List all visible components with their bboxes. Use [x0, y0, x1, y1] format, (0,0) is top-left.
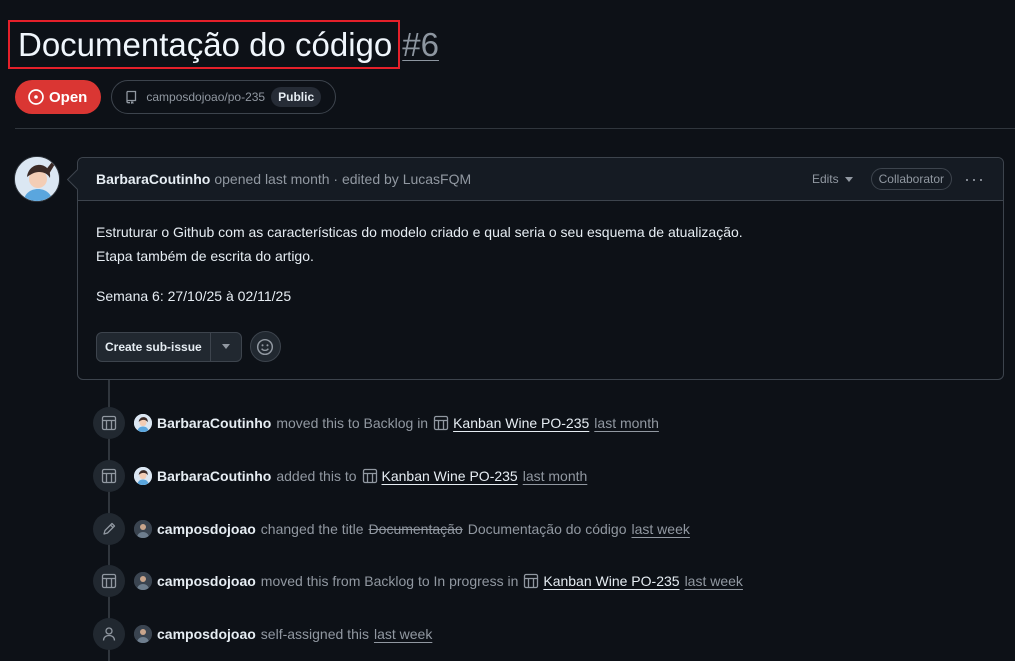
event-actor-link[interactable]: camposdojoao — [157, 521, 256, 537]
comment-header-actions: Edits Collaborator ··· — [812, 168, 985, 190]
header-divider — [15, 128, 1015, 129]
timeline-event: camposdojoao changed the title Documenta… — [93, 513, 690, 545]
comment-header: BarbaraCoutinho opened last month · edit… — [78, 158, 1003, 201]
event-text: changed the title — [260, 521, 364, 537]
issue-comment: BarbaraCoutinho opened last month · edit… — [77, 157, 1004, 380]
event-actor-link[interactable]: BarbaraCoutinho — [157, 415, 271, 431]
event-time-link[interactable]: last week — [632, 521, 690, 537]
actor-avatar[interactable] — [134, 467, 152, 485]
edits-label: Edits — [811, 172, 839, 186]
event-time-link[interactable]: last week — [374, 626, 432, 642]
visibility-badge: Public — [271, 87, 322, 107]
project-name: Kanban Wine PO-235 — [453, 415, 590, 431]
comment-paragraph: Estruturar o Github com as característic… — [96, 220, 985, 268]
new-title: Documentação do código — [467, 521, 627, 537]
event-actor-link[interactable]: BarbaraCoutinho — [157, 468, 271, 484]
project-icon — [93, 565, 125, 597]
repo-name-link[interactable]: camposdojoao/po-235 — [146, 90, 265, 104]
smiley-icon — [257, 338, 274, 355]
event-text: moved this to Backlog in — [276, 415, 429, 431]
actor-avatar[interactable] — [134, 520, 152, 538]
timeline-event: BarbaraCoutinho added this to Kanban Win… — [93, 460, 587, 492]
event-text: moved this from Backlog to In progress i… — [260, 573, 519, 589]
repo-pill[interactable]: camposdojoao/po-235 Public — [111, 80, 337, 114]
avatar-illustration-icon — [15, 157, 59, 201]
timeline-event: camposdojoao self-assigned this last wee… — [93, 618, 432, 650]
pencil-icon — [93, 513, 125, 545]
project-icon — [93, 407, 125, 439]
title-highlight-box: Documentação do código — [8, 20, 401, 69]
comment-line: Etapa também de escrita do artigo. — [96, 248, 314, 264]
author-avatar[interactable] — [14, 156, 60, 202]
issue-opened-icon — [28, 89, 44, 105]
comment-meta: opened last month · edited by LucasFQM — [214, 171, 472, 187]
issue-title-row: Documentação do código #6 — [8, 20, 439, 69]
event-time-link[interactable]: last month — [594, 415, 659, 431]
comment-actions: Create sub-issue — [96, 331, 281, 362]
old-title: Documentação — [368, 521, 463, 537]
actor-avatar[interactable] — [134, 625, 152, 643]
issue-title[interactable]: Documentação do código — [18, 24, 392, 66]
project-link[interactable]: Kanban Wine PO-235 — [433, 415, 589, 431]
event-time-link[interactable]: last week — [685, 573, 743, 589]
edits-dropdown[interactable]: Edits — [812, 172, 853, 186]
caret-down-icon — [844, 176, 853, 182]
comment-body: Estruturar o Github com as característic… — [78, 201, 1003, 308]
comment-line: Estruturar o Github com as característic… — [96, 224, 743, 240]
person-icon — [93, 618, 125, 650]
project-name: Kanban Wine PO-235 — [381, 468, 518, 484]
create-sub-issue-label[interactable]: Create sub-issue — [97, 332, 211, 361]
comment-paragraph: Semana 6: 27/10/25 à 02/11/25 — [96, 288, 292, 304]
open-state-label: Open — [49, 88, 88, 106]
issue-state-row: Open camposdojoao/po-235 Public — [15, 80, 337, 114]
add-reaction-button[interactable] — [249, 331, 281, 362]
timeline-event: camposdojoao moved this from Backlog to … — [93, 565, 743, 597]
actor-avatar[interactable] — [134, 414, 152, 432]
project-name: Kanban Wine PO-235 — [543, 573, 680, 589]
project-link[interactable]: Kanban Wine PO-235 — [362, 468, 518, 484]
event-text: self-assigned this — [260, 626, 369, 642]
kebab-menu-icon[interactable]: ··· — [964, 170, 985, 188]
event-text: added this to — [276, 468, 357, 484]
project-icon — [93, 460, 125, 492]
event-actor-link[interactable]: camposdojoao — [157, 573, 256, 589]
timeline-event: BarbaraCoutinho moved this to Backlog in… — [93, 407, 659, 439]
repo-icon — [126, 90, 137, 104]
create-sub-issue-button[interactable]: Create sub-issue — [96, 331, 242, 362]
sub-issue-dropdown[interactable] — [211, 333, 241, 361]
project-icon — [433, 415, 449, 431]
open-state-badge: Open — [15, 80, 102, 114]
actor-avatar[interactable] — [134, 572, 152, 590]
event-time-link[interactable]: last month — [523, 468, 588, 484]
event-actor-link[interactable]: camposdojoao — [157, 626, 256, 642]
project-icon — [524, 573, 539, 589]
comment-author-link[interactable]: BarbaraCoutinho — [96, 171, 210, 187]
collaborator-badge: Collaborator — [870, 168, 953, 190]
project-icon — [362, 468, 377, 484]
project-link[interactable]: Kanban Wine PO-235 — [523, 573, 680, 589]
issue-number-link[interactable]: #6 — [402, 24, 439, 66]
caret-down-icon — [221, 344, 230, 349]
